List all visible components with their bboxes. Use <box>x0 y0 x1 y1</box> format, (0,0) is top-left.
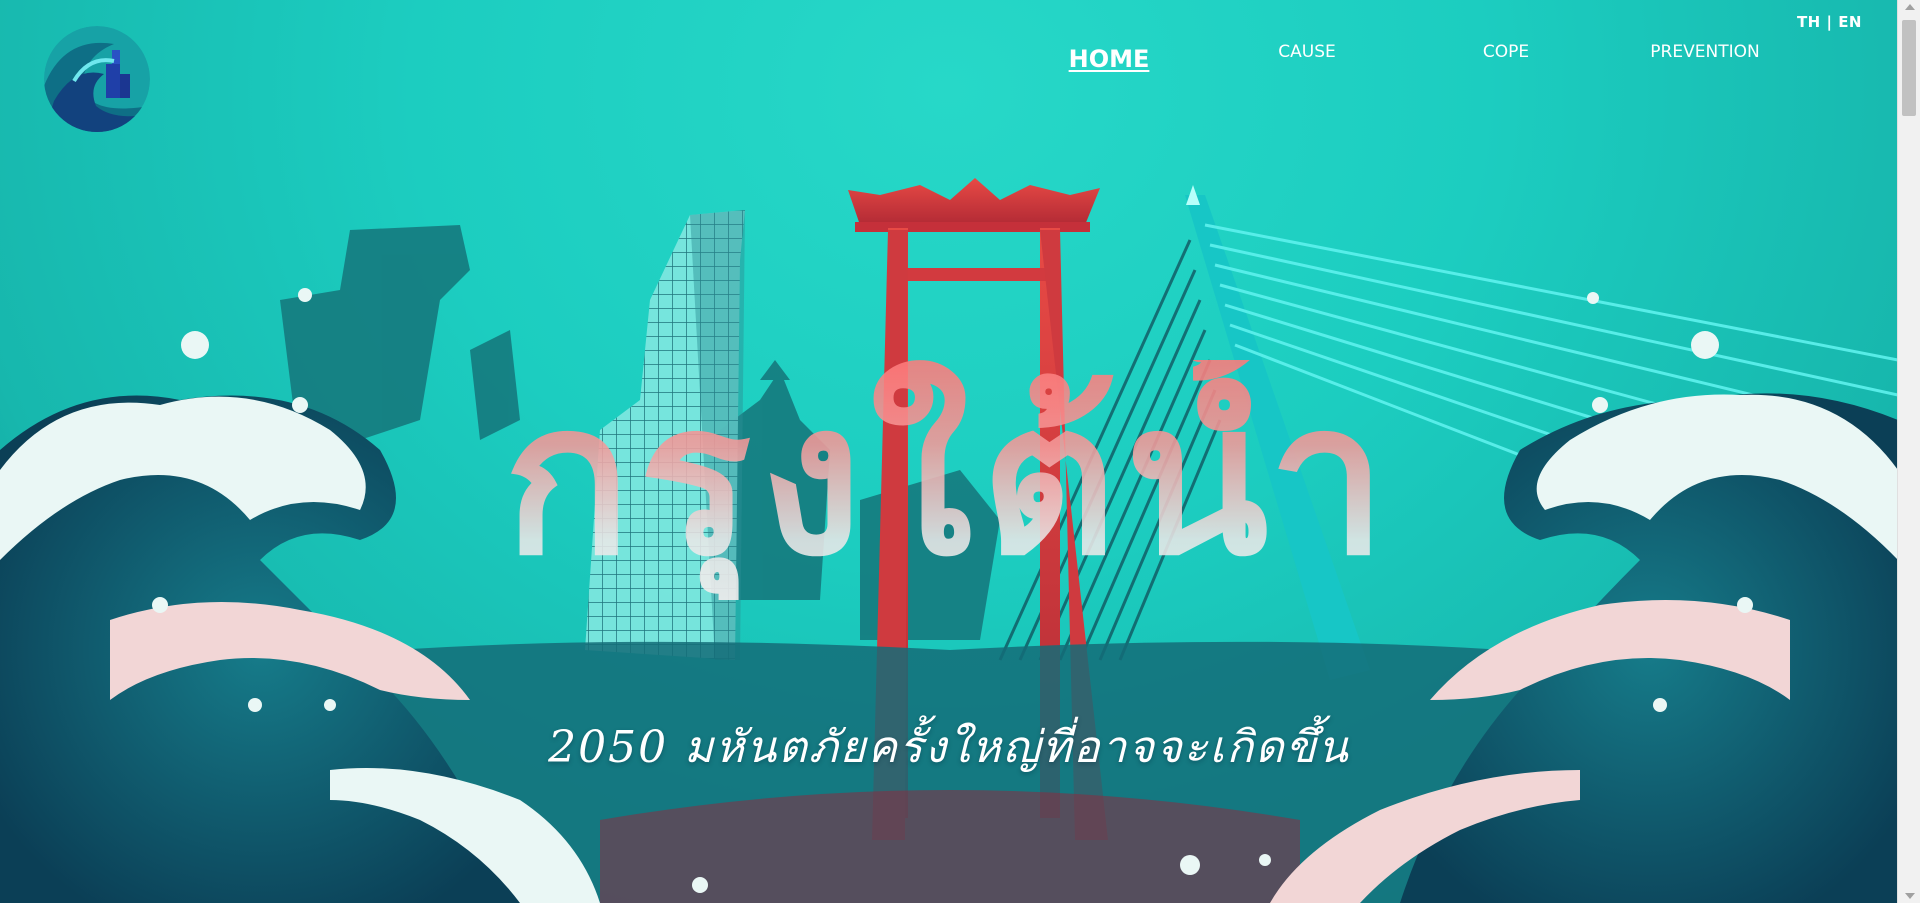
hero-stage: กรุงใต้น้ำ 2050 มหันตภัยครั้งใหญ่ที่อาจจ… <box>0 0 1898 903</box>
nav-home[interactable]: HOME <box>1069 45 1150 73</box>
hero-title: กรุงใต้น้ำ <box>0 360 1898 600</box>
nav-cope[interactable]: COPE <box>1483 42 1529 62</box>
language-switch: TH | EN <box>1797 13 1862 31</box>
scroll-down-icon[interactable] <box>1905 893 1915 899</box>
page-scrollbar[interactable] <box>1897 0 1920 903</box>
hero-subtitle: 2050 มหันตภัยครั้งใหญ่ที่อาจจะเกิดขึ้น <box>548 722 1350 773</box>
nav-cause[interactable]: CAUSE <box>1278 42 1335 62</box>
lang-separator: | <box>1826 13 1833 31</box>
lang-th[interactable]: TH <box>1797 13 1821 31</box>
scroll-thumb[interactable] <box>1902 20 1916 116</box>
lang-en[interactable]: EN <box>1838 13 1862 31</box>
main-nav: HOME CAUSE COPE PREVENTION <box>0 0 1898 90</box>
nav-prevention[interactable]: PREVENTION <box>1650 42 1759 62</box>
scroll-up-icon[interactable] <box>1905 4 1915 10</box>
